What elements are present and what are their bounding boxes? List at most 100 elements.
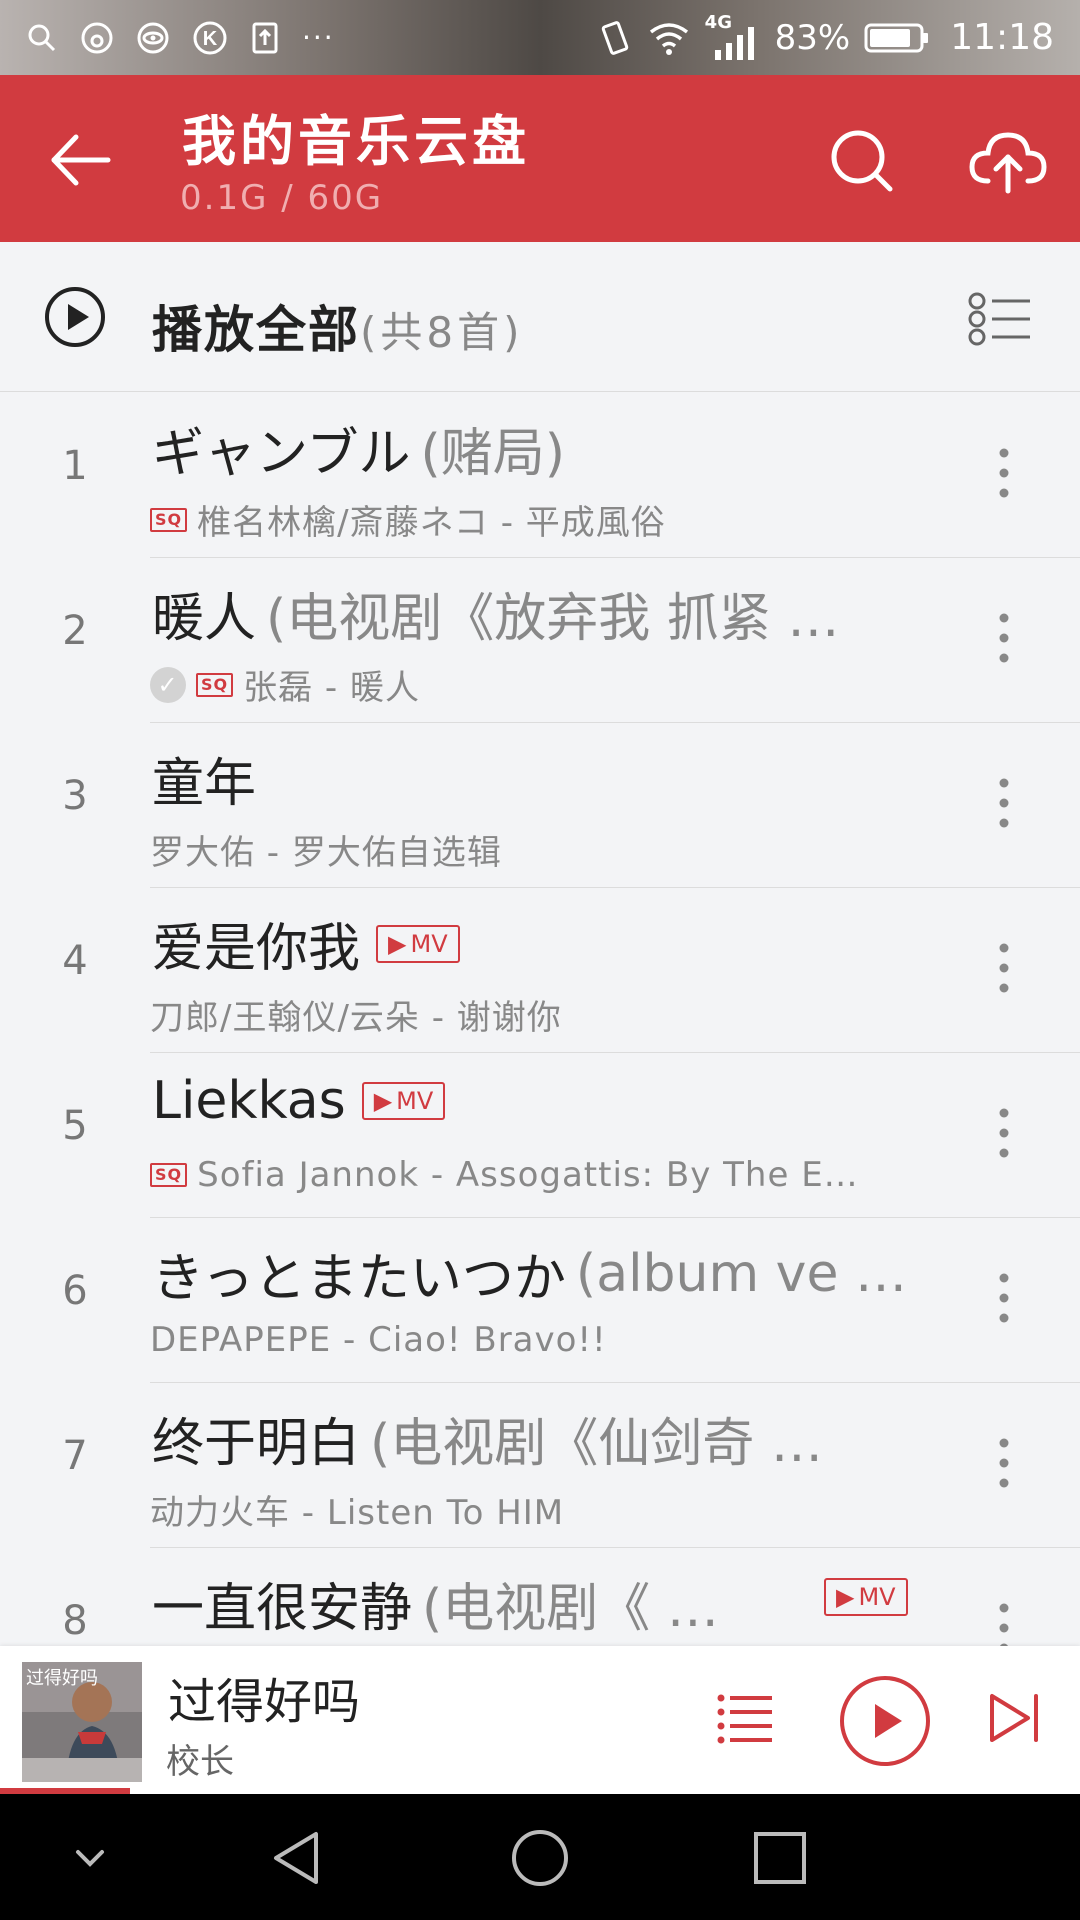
system-nav-bar xyxy=(0,1794,1080,1920)
song-title: 爱是你我 ▶ MV xyxy=(152,906,460,981)
song-artist-album: 刀郎/王翰仪/云朵 - 谢谢你 xyxy=(150,998,562,1038)
song-title-text: 童年 xyxy=(152,754,257,814)
network-type: 4G xyxy=(705,12,761,60)
now-playing-artist: 校长 xyxy=(166,1742,234,1782)
song-row[interactable]: 1 ギャンブル (赌局) SQ 椎名林檎/斎藤ネコ - 平成風俗 xyxy=(0,393,1080,558)
k-notification-icon: K xyxy=(193,21,227,54)
nav-back-icon[interactable] xyxy=(268,1828,328,1888)
battery-icon xyxy=(864,23,929,52)
sq-badge: SQ xyxy=(150,1163,188,1187)
upload-notification-icon xyxy=(252,22,278,53)
more-vertical-icon[interactable] xyxy=(990,1268,1018,1328)
nav-hide-icon[interactable] xyxy=(60,1828,120,1888)
nav-recent-icon[interactable] xyxy=(750,1828,810,1888)
song-meta: 动力火车 - Listen To HIM xyxy=(150,1485,564,1534)
song-title-text: ギャンブル xyxy=(152,424,411,484)
song-index: 5 xyxy=(62,1103,88,1149)
song-row[interactable]: 7 终于明白 (电视剧《仙剑奇 … 动力火车 - Listen To HIM xyxy=(0,1383,1080,1548)
back-arrow-icon[interactable] xyxy=(46,125,116,195)
song-title-text: Liekkas xyxy=(152,1071,346,1131)
song-row[interactable]: 2 暖人 (电视剧《放弃我 抓紧 … ✓ SQ 张磊 - 暖人 xyxy=(0,558,1080,723)
song-title: 暖人 (电视剧《放弃我 抓紧 … xyxy=(152,576,839,651)
song-row[interactable]: 4 爱是你我 ▶ MV 刀郎/王翰仪/云朵 - 谢谢你 xyxy=(0,888,1080,1053)
battery-percent: 83% xyxy=(774,17,851,58)
now-playing-title: 过得好吗 xyxy=(168,1674,361,1730)
song-title-subtitle: (电视剧《 … xyxy=(422,1579,719,1639)
song-artist-album: Sofia Jannok - Assogattis: By The E… xyxy=(197,1155,859,1195)
song-title: 童年 xyxy=(152,741,256,816)
song-meta: SQ Sofia Jannok - Assogattis: By The E… xyxy=(150,1155,859,1195)
song-artist-album: 动力火车 - Listen To HIM xyxy=(150,1493,565,1533)
song-index: 6 xyxy=(62,1268,88,1314)
more-vertical-icon[interactable] xyxy=(990,1103,1018,1163)
play-button[interactable] xyxy=(838,1674,932,1768)
signal-icon xyxy=(714,26,754,60)
more-vertical-icon[interactable] xyxy=(990,443,1018,503)
title-bar: 我的音乐云盘 0.1G / 60G xyxy=(0,75,1080,242)
upload-cloud-icon[interactable] xyxy=(968,127,1048,197)
downloaded-check-icon: ✓ xyxy=(150,666,186,703)
playlist-icon[interactable] xyxy=(716,1690,774,1746)
svg-text:K: K xyxy=(203,28,218,50)
song-title: きっとまたいつか (album ve … xyxy=(152,1236,907,1311)
mv-label: MV xyxy=(858,1583,896,1611)
album-art[interactable]: 过得好吗 xyxy=(22,1662,142,1782)
more-notifications: ··· xyxy=(302,21,335,54)
song-title-subtitle: (电视剧《仙剑奇 … xyxy=(370,1414,823,1474)
song-list: 1 ギャンブル (赌局) SQ 椎名林檎/斎藤ネコ - 平成風俗 2 暖人 (电视剧《放弃我 … xyxy=(0,393,1080,1713)
song-index: 3 xyxy=(62,773,88,819)
song-title-text: 终于明白 xyxy=(152,1414,361,1474)
status-bar: K ··· 4G 83% 11:18 xyxy=(0,0,1080,75)
search-icon[interactable] xyxy=(828,127,898,197)
song-row[interactable]: 6 きっとまたいつか (album ve … DEPAPEPE - Ciao! Bra… xyxy=(0,1218,1080,1383)
clock: 11:18 xyxy=(950,17,1054,58)
mv-label: MV xyxy=(410,929,448,958)
album-art-image: 过得好吗 xyxy=(22,1662,142,1782)
song-index: 7 xyxy=(62,1433,88,1479)
song-meta: ✓ SQ 张磊 - 暖人 xyxy=(150,660,420,709)
mv-badge[interactable]: ▶ MV xyxy=(376,924,460,963)
search-notification-icon xyxy=(28,24,56,51)
play-circle-icon[interactable] xyxy=(44,286,106,348)
song-title-text: 暖人 xyxy=(152,589,257,649)
song-index: 8 xyxy=(62,1598,88,1644)
song-title-text: 爱是你我 xyxy=(152,919,361,979)
page-title: 我的音乐云盘 xyxy=(182,110,530,173)
nav-home-icon[interactable] xyxy=(510,1828,570,1888)
multi-select-icon[interactable] xyxy=(968,292,1034,346)
song-row[interactable]: 5 Liekkas ▶ MV SQ Sofia Jannok - Assogattis: … xyxy=(0,1053,1080,1218)
mini-player[interactable]: 过得好吗 过得好吗 校长 xyxy=(0,1646,1080,1794)
song-title: 一直很安静 (电视剧《 … ▶ MV xyxy=(152,1566,908,1641)
mv-badge[interactable]: ▶ MV xyxy=(361,1082,446,1120)
mv-play-icon: ▶ xyxy=(388,929,407,958)
song-row[interactable]: 3 童年罗大佑 - 罗大佑自选辑 xyxy=(0,723,1080,888)
play-all-row[interactable]: 播放全部(共8首) xyxy=(0,242,1080,392)
sq-badge: SQ xyxy=(196,672,234,697)
more-vertical-icon[interactable] xyxy=(990,938,1018,998)
status-system: 4G 83% 11:18 xyxy=(597,12,1054,60)
vibrate-icon xyxy=(601,20,628,55)
more-vertical-icon[interactable] xyxy=(990,608,1018,668)
play-all-label[interactable]: 播放全部(共8首) xyxy=(152,290,524,362)
song-index: 1 xyxy=(62,443,88,489)
more-vertical-icon[interactable] xyxy=(990,1433,1018,1493)
play-all-text: 播放全部 xyxy=(152,301,360,359)
music-app-notification-icon xyxy=(81,22,113,53)
song-title: Liekkas ▶ MV xyxy=(152,1071,446,1131)
song-title: ギャンブル (赌局) xyxy=(152,411,565,486)
song-title-text: 一直很安静 xyxy=(152,1579,413,1639)
song-meta: 刀郎/王翰仪/云朵 - 谢谢你 xyxy=(150,990,562,1039)
song-title-subtitle: (电视剧《放弃我 抓紧 … xyxy=(266,589,840,649)
mv-play-icon: ▶ xyxy=(373,1087,393,1115)
song-meta: SQ 椎名林檎/斎藤ネコ - 平成風俗 xyxy=(150,495,666,544)
song-artist-album: 罗大佑 - 罗大佑自选辑 xyxy=(150,833,502,873)
song-artist-album: 张磊 - 暖人 xyxy=(243,668,421,708)
song-index: 2 xyxy=(62,608,88,654)
mv-badge[interactable]: ▶ MV xyxy=(824,1578,908,1616)
mv-play-icon: ▶ xyxy=(836,1583,855,1611)
more-vertical-icon[interactable] xyxy=(990,773,1018,833)
next-icon[interactable] xyxy=(986,1690,1044,1746)
song-title-subtitle: (赌局) xyxy=(420,424,566,484)
storage-usage: 0.1G / 60G xyxy=(180,178,384,218)
eye-notification-icon xyxy=(137,22,169,53)
